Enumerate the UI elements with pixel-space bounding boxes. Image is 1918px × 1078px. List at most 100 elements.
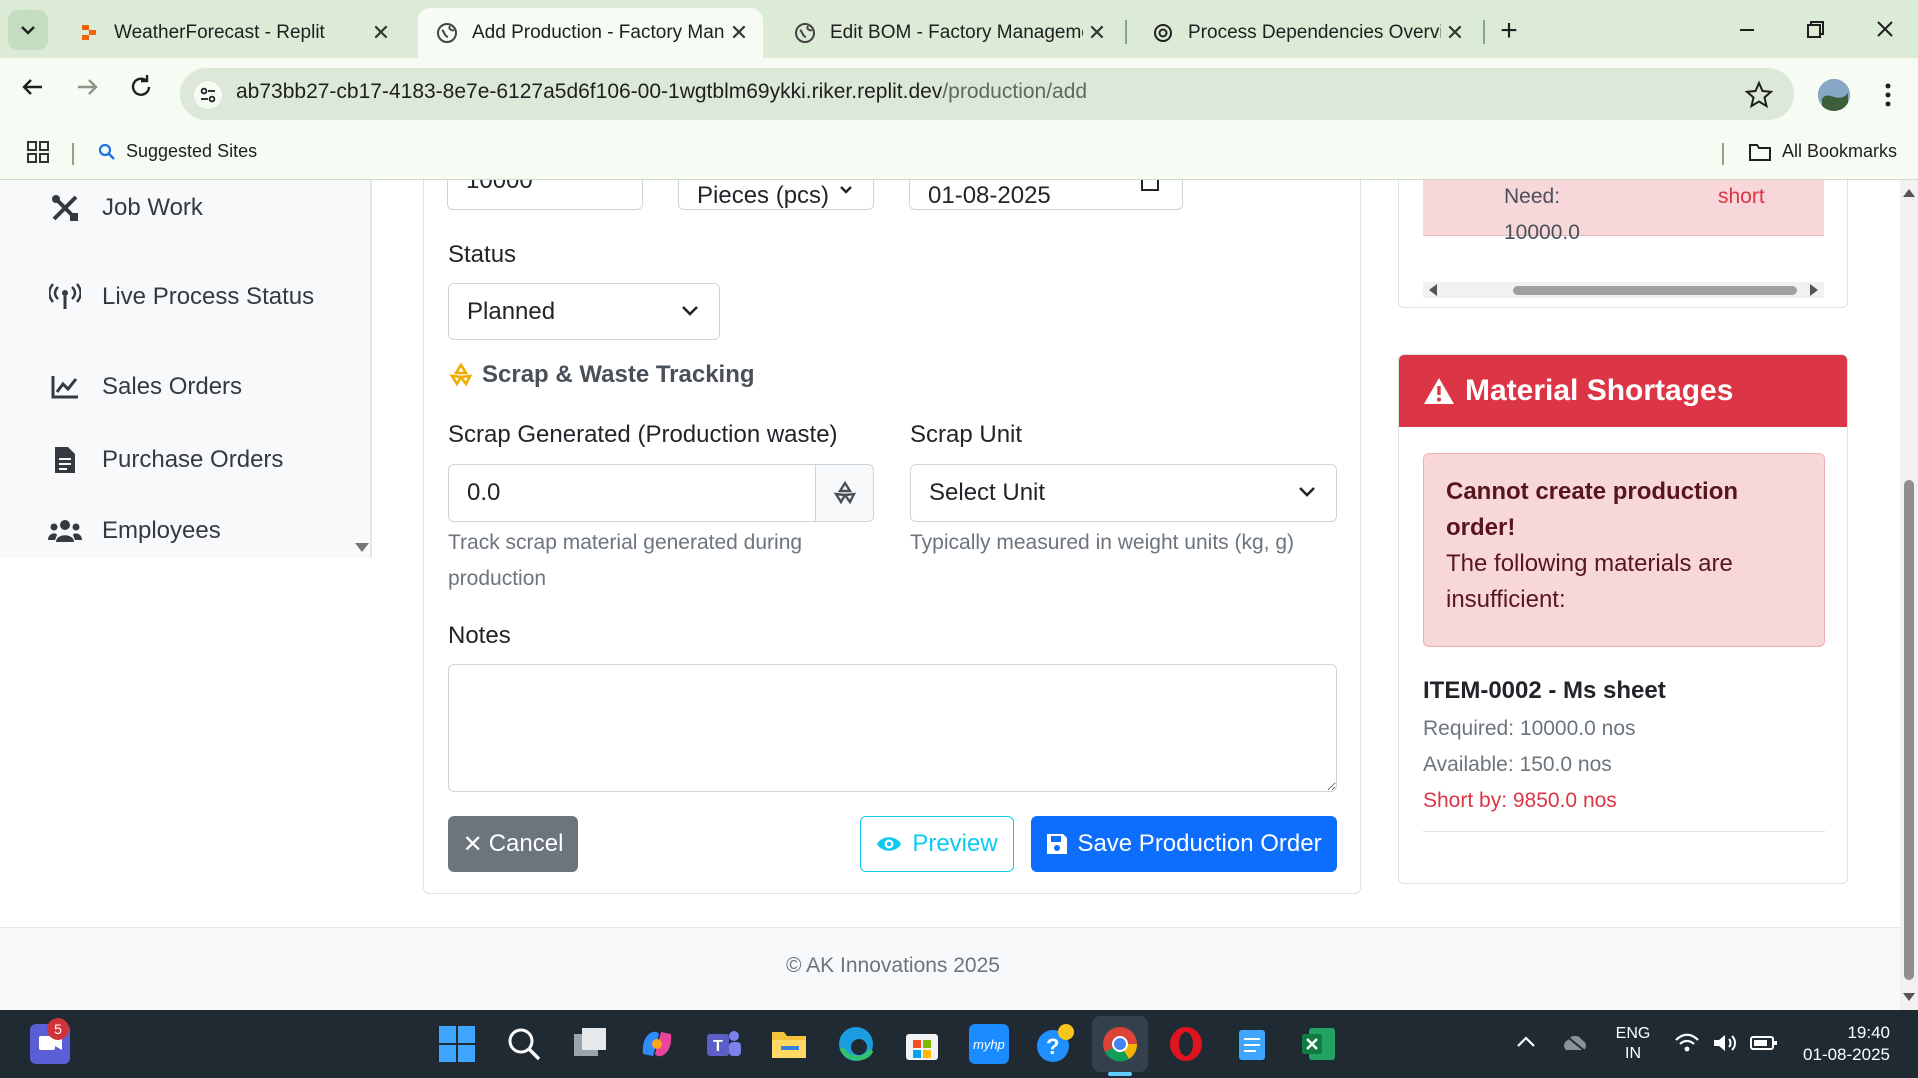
suggested-sites-bookmark[interactable]: Suggested Sites (98, 141, 257, 162)
clock-time: 19:40 (1847, 1023, 1890, 1042)
sidebar-item-sales-orders[interactable]: Sales Orders (48, 373, 242, 401)
tab-title: Edit BOM - Factory Managemer (830, 22, 1083, 43)
scroll-left-icon[interactable] (1427, 283, 1439, 297)
microsoft-store-icon[interactable] (902, 1024, 942, 1064)
bookmark-separator (72, 143, 74, 165)
page-scroll-thumb[interactable] (1904, 480, 1914, 980)
scroll-right-icon[interactable] (1808, 283, 1820, 297)
scroll-thumb[interactable] (1513, 286, 1797, 295)
close-tab-icon[interactable]: ✕ (725, 20, 753, 46)
svg-text:?: ? (1046, 1034, 1059, 1059)
preview-button[interactable]: Preview (860, 816, 1014, 872)
notepad-icon[interactable] (1232, 1024, 1272, 1064)
recycle-icon (833, 480, 856, 505)
warning-icon (1424, 378, 1454, 404)
tab-search-button[interactable] (8, 10, 48, 50)
edge-browser-icon[interactable] (836, 1024, 876, 1064)
tab-separator (1483, 20, 1485, 44)
calendar-icon[interactable] (1140, 180, 1160, 192)
all-bookmarks-button[interactable]: All Bookmarks (1748, 141, 1897, 162)
quantity-input[interactable]: 10000 (447, 180, 643, 210)
forward-button[interactable] (70, 70, 104, 104)
sidebar-scroll-down-icon[interactable] (354, 540, 370, 558)
date-value: 01-08-2025 (928, 182, 1051, 209)
volume-icon[interactable] (1712, 1032, 1738, 1059)
task-view-icon[interactable] (570, 1024, 610, 1064)
language-indicator[interactable]: ENG IN (1614, 1024, 1652, 1064)
scroll-up-icon[interactable] (1902, 188, 1916, 198)
horizontal-scrollbar[interactable] (1423, 282, 1824, 298)
minimize-button[interactable] (1732, 18, 1762, 42)
cancel-label: Cancel (488, 830, 564, 857)
restore-button[interactable] (1800, 18, 1830, 42)
lang-line1: ENG (1615, 1025, 1651, 1042)
tray-overflow-icon[interactable] (1516, 1034, 1536, 1053)
sidebar-item-label: Job Work (102, 194, 203, 221)
search-icon[interactable] (504, 1024, 544, 1064)
chrome-icon[interactable] (1100, 1024, 1140, 1064)
scrap-section-header: Scrap & Waste Tracking (448, 361, 755, 389)
cancel-button[interactable]: ✕ Cancel (448, 816, 578, 872)
notes-textarea[interactable] (448, 664, 1337, 792)
scrap-unit-select[interactable]: Select Unit (910, 464, 1337, 522)
shortage-short-by: Short by: 9850.0 nos (1423, 789, 1617, 812)
apps-grid-icon[interactable] (26, 140, 50, 164)
close-tab-icon[interactable]: ✕ (1441, 20, 1469, 46)
close-window-button[interactable] (1870, 18, 1900, 42)
tab-title: Add Production - Factory Mana (472, 22, 725, 43)
sidebar: Job Work Live Process Status Sales Order… (0, 180, 372, 558)
copilot-icon[interactable] (637, 1024, 677, 1064)
tab-process-dependencies[interactable]: Process Dependencies Overview ✕ (1134, 8, 1479, 58)
svg-text:myhp: myhp (973, 1037, 1005, 1052)
scrap-unit-help: Typically measured in weight units (kg, … (910, 531, 1294, 554)
tab-add-production[interactable]: Add Production - Factory Mana ✕ (418, 8, 763, 58)
notification-badge: 5 (47, 1018, 69, 1040)
reload-button[interactable] (124, 70, 158, 104)
profile-avatar[interactable] (1818, 79, 1850, 111)
close-tab-icon[interactable]: ✕ (1083, 20, 1111, 46)
sidebar-item-job-work[interactable]: Job Work (48, 193, 203, 223)
file-explorer-icon[interactable] (769, 1024, 809, 1064)
sidebar-item-purchase-orders[interactable]: Purchase Orders (48, 445, 283, 475)
sidebar-item-employees[interactable]: Employees (48, 517, 221, 545)
chevron-down-icon (1299, 487, 1315, 497)
bookmark-star-icon[interactable] (1744, 80, 1774, 110)
scroll-down-icon[interactable] (1902, 992, 1916, 1002)
more-menu-icon[interactable] (1878, 80, 1898, 110)
wifi-icon[interactable] (1674, 1032, 1700, 1059)
unit-select[interactable]: Pieces (pcs) (678, 180, 874, 210)
status-select[interactable]: Planned (448, 283, 720, 340)
help-icon[interactable]: ? (1035, 1024, 1075, 1064)
clock[interactable]: 19:40 01-08-2025 (1780, 1022, 1890, 1066)
tab-edit-bom[interactable]: Edit BOM - Factory Managemer ✕ (776, 8, 1121, 58)
need-value: 10000.0 (1504, 221, 1580, 244)
suggested-sites-label: Suggested Sites (126, 141, 258, 161)
page-content: Job Work Live Process Status Sales Order… (0, 180, 1900, 1010)
chart-line-icon (48, 374, 82, 400)
shortage-alert: Cannot create production order! The foll… (1423, 453, 1825, 647)
back-button[interactable] (16, 70, 50, 104)
scrap-unit-label: Scrap Unit (910, 421, 1023, 448)
url-text[interactable]: ab73bb27-cb17-4183-8e7e-6127a5d6f106-00-… (236, 80, 1087, 104)
globe-icon (436, 22, 458, 44)
globe-icon (794, 22, 816, 44)
site-info-icon[interactable] (194, 81, 222, 109)
tools-icon (48, 193, 82, 223)
date-input[interactable]: 01-08-2025 (909, 180, 1183, 210)
new-tab-button[interactable]: + (1492, 14, 1526, 48)
start-windows-icon[interactable] (437, 1024, 477, 1064)
save-production-order-button[interactable]: Save Production Order (1031, 816, 1337, 872)
shortages-title: Material Shortages (1465, 374, 1734, 407)
excel-icon[interactable] (1299, 1024, 1339, 1064)
page-scrollbar[interactable] (1900, 180, 1918, 1010)
scrap-generated-input[interactable]: 0.0 (448, 464, 816, 522)
sidebar-item-live-process-status[interactable]: Live Process Status (48, 283, 314, 311)
close-tab-icon[interactable]: ✕ (367, 20, 395, 46)
battery-icon[interactable] (1750, 1035, 1778, 1056)
tab-weatherforecast[interactable]: WeatherForecast - Replit ✕ (60, 8, 405, 58)
onedrive-icon[interactable] (1560, 1032, 1590, 1059)
myhp-icon[interactable]: myhp (969, 1024, 1009, 1064)
restore-icon (1807, 21, 1824, 38)
opera-icon[interactable] (1166, 1024, 1206, 1064)
teams-icon[interactable]: T (703, 1024, 743, 1064)
